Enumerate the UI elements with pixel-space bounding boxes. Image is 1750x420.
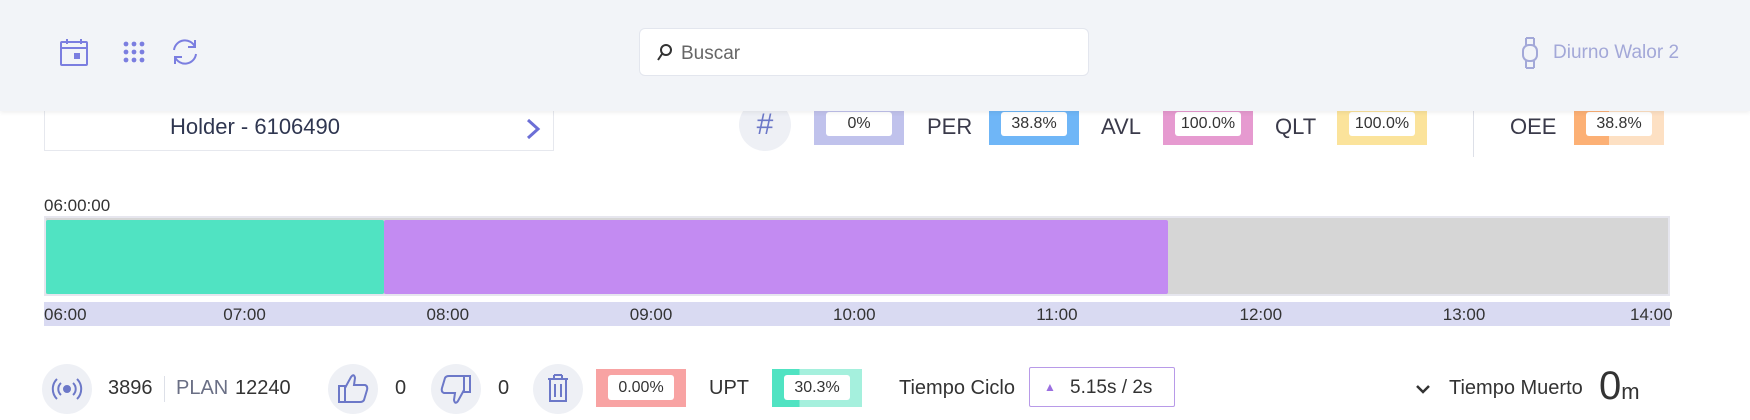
count-divider [164, 376, 165, 402]
kpi-oee-box: 38.8% [1574, 107, 1664, 145]
kpi-avl-box: 100.0% [1163, 107, 1253, 145]
kpi-avl-label: AVL [1101, 114, 1141, 139]
refresh-icon[interactable] [168, 36, 200, 68]
search-icon [657, 44, 672, 61]
watch-icon [1522, 37, 1538, 69]
upt-value: 30.3% [784, 375, 850, 400]
search-input[interactable]: Buscar [639, 28, 1089, 76]
kpi-avl-value: 100.0% [1175, 112, 1241, 136]
triangle-up-icon: ▲ [1044, 380, 1056, 394]
timeline-segment-teal[interactable] [46, 220, 384, 294]
cycle-label: Tiempo Ciclo [899, 377, 1015, 399]
dead-time-number: 0 [1599, 364, 1622, 408]
kpi-per-box: 38.8% [989, 107, 1079, 145]
user-name: Diurno Walor 2 [1553, 42, 1680, 63]
kpi-per-label: PER [927, 114, 973, 139]
sensor-icon [42, 364, 92, 414]
upt-box: 30.3% [772, 369, 862, 407]
timeline-track[interactable] [44, 216, 1670, 296]
kpi-qlt-box: 100.0% [1337, 107, 1427, 145]
cycle-time-value: 5.15s / 2s [1070, 377, 1153, 398]
calendar-icon[interactable] [58, 36, 90, 68]
timeline-tick-label: 10:00 [833, 305, 876, 324]
timeline-tick-label: 08:00 [426, 305, 470, 324]
thumbs-down-icon[interactable] [431, 364, 481, 414]
timeline-tick-label: 12:00 [1239, 305, 1283, 324]
timeline-segment-purple[interactable] [383, 220, 1168, 294]
chevron-right-icon[interactable] [521, 114, 545, 144]
thumbs-up-icon[interactable] [328, 364, 378, 414]
dead-time-label: Tiempo Muerto [1449, 377, 1583, 399]
chevron-down-icon[interactable] [1412, 378, 1434, 400]
search-placeholder: Buscar [681, 43, 741, 64]
trash-icon[interactable] [533, 364, 583, 414]
bad-count: 0 [498, 377, 510, 399]
dead-time-value: 0m [1599, 366, 1640, 412]
timeline-tick-label: 14:00 [1630, 305, 1673, 324]
timeline-tick-label: 07:00 [223, 305, 266, 324]
timeline-tick-label: 11:00 [1036, 305, 1078, 324]
timeline-tick-label: 13:00 [1442, 305, 1486, 324]
waste-percent-box: 0.00% [596, 369, 686, 407]
plan-label: PLAN [176, 377, 229, 399]
top-bar: Buscar Diurno Walor 2 [0, 0, 1750, 111]
cycle-time-box: ▲ 5.15s / 2s [1029, 367, 1175, 407]
upt-label: UPT [709, 377, 749, 399]
holder-label: Holder - 6106490 [169, 114, 340, 139]
kpi-qlt-value: 100.0% [1349, 112, 1415, 136]
good-count: 0 [395, 377, 407, 399]
kpi-per-value: 38.8% [1001, 112, 1067, 136]
kpi-count-box: 0% [814, 107, 904, 145]
kpi-oee-value: 38.8% [1586, 112, 1652, 136]
kpi-oee-label: OEE [1510, 114, 1557, 139]
kpi-count-value: 0% [826, 112, 892, 136]
timeline-tick-label: 09:00 [629, 305, 673, 324]
waste-percent-value: 0.00% [608, 375, 674, 400]
plan-value: 12240 [235, 377, 291, 399]
dead-time-unit: m [1621, 379, 1640, 404]
grid-icon[interactable] [120, 36, 152, 68]
timeline-start-time: 06:00:00 [44, 196, 111, 215]
timeline-tick-label: 06:00 [44, 305, 87, 324]
kpi-qlt-label: QLT [1275, 114, 1317, 139]
kpi-divider [1473, 105, 1474, 157]
count-value: 3896 [108, 377, 153, 399]
holder-selector[interactable]: Holder - 6106490 [44, 105, 554, 151]
